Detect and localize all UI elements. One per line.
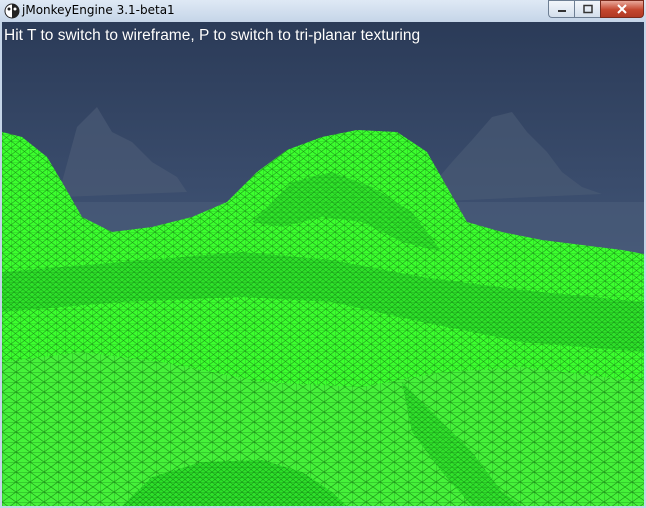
instruction-text: Hit T to switch to wireframe, P to switc…	[4, 27, 421, 44]
window-title: jMonkeyEngine 3.1-beta1	[22, 3, 175, 17]
minimize-button[interactable]	[548, 0, 574, 18]
jmonkey-app-icon[interactable]	[4, 3, 20, 19]
maximize-icon	[582, 4, 593, 14]
minimize-icon	[557, 10, 566, 12]
title-bar[interactable]: jMonkeyEngine 3.1-beta1	[0, 0, 646, 23]
close-button[interactable]	[600, 0, 644, 18]
render-viewport[interactable]: Hit T to switch to wireframe, P to switc…	[2, 22, 644, 506]
window-controls	[548, 0, 644, 18]
maximize-button[interactable]	[574, 0, 600, 18]
scene-canvas	[2, 22, 644, 506]
app-window: jMonkeyEngine 3.1-beta1 Hit T to switch …	[0, 0, 646, 508]
close-icon	[617, 4, 627, 14]
